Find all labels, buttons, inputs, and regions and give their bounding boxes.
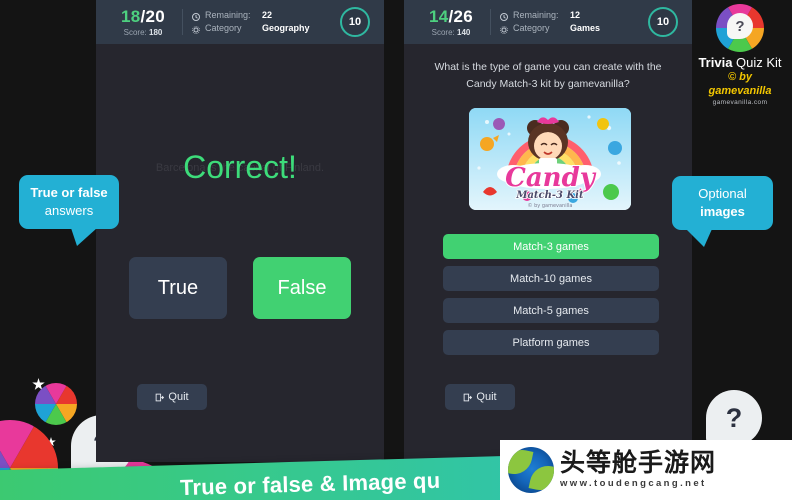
quit-button[interactable]: Quit [445, 384, 515, 410]
score-points-value: 180 [149, 27, 163, 37]
category-label: Category [513, 23, 550, 33]
question-mark-bubble-decoration: ? [706, 390, 762, 446]
score-points-value: 140 [457, 27, 471, 37]
score-points: Score: 180 [106, 28, 180, 37]
timer-countdown: 10 [340, 7, 370, 37]
score-points-label: Score: [431, 27, 455, 37]
callout-line-1: Optional [698, 186, 747, 201]
answer-option[interactable]: Match-10 games [443, 266, 659, 291]
gear-icon [500, 25, 508, 34]
watermark-text: 头等舱手游网 www.toudengcang.net [560, 449, 792, 491]
logo-byline: © by gamevanilla [708, 71, 772, 97]
watermark-site-name: 头等舱手游网 [560, 448, 717, 477]
category-row: Category Games [500, 22, 648, 35]
question-mark-icon: ? [727, 13, 753, 39]
exit-icon [463, 393, 473, 402]
logo-title-bold: Trivia [698, 55, 733, 70]
answer-option[interactable]: Platform games [443, 330, 659, 355]
remaining-row: Remaining: 22 [192, 9, 340, 22]
color-wheel-icon: ? [716, 4, 764, 52]
score-points-label: Score: [123, 27, 147, 37]
exit-icon [155, 393, 165, 402]
site-watermark: 头等舱手游网 www.toudengcang.net [500, 440, 792, 500]
svg-text:© by gamevanilla: © by gamevanilla [528, 202, 573, 209]
header-meta: Remaining: 22 Category Geography [192, 9, 340, 35]
remaining-value: 12 [570, 10, 581, 20]
category-value: Games [570, 23, 601, 33]
quiz-panel-image-question: 14/26 Score: 140 Remaining: 12 Category … [404, 0, 692, 462]
score-current: 14 [428, 6, 449, 26]
panel-body: What is the type of game you can create … [404, 44, 692, 462]
answer-option[interactable]: Match-5 games [443, 298, 659, 323]
clock-icon [500, 12, 508, 21]
category-row: Category Geography [192, 22, 340, 35]
question-line-1: What is the type of game you can create … [434, 61, 662, 73]
answer-button-false[interactable]: False [253, 257, 351, 319]
score-fraction: 14/26 [414, 6, 488, 26]
logo-url: gamevanilla.com [712, 99, 768, 106]
remaining-row: Remaining: 12 [500, 9, 648, 22]
answer-options-list: Match-3 games Match-10 games Match-5 gam… [443, 234, 659, 362]
watermark-logo-icon [508, 447, 554, 493]
quiz-panel-true-false: 18/20 Score: 180 Remaining: 22 Category … [96, 0, 384, 462]
answer-option[interactable]: Match-3 games [443, 234, 659, 259]
question-line-2: Candy Match-3 kit by gamevanilla? [466, 78, 630, 90]
quit-label: Quit [476, 391, 497, 403]
panel-body: Barcelona is the capital of Finland. Cor… [96, 44, 384, 462]
score-current: 18 [120, 6, 141, 26]
watermark-site-url: www.toudengcang.net [560, 478, 707, 489]
panel-header: 14/26 Score: 140 Remaining: 12 Category … [404, 0, 692, 44]
callout-optional-images: Optional images [672, 176, 773, 247]
header-divider [182, 9, 183, 35]
score-block: 14/26 Score: 140 [414, 6, 488, 37]
score-fraction: 18/20 [106, 6, 180, 26]
logo-title-rest: Quiz Kit [732, 55, 782, 70]
header-divider [490, 9, 491, 35]
svg-text:Candy: Candy [505, 163, 597, 193]
quit-label: Quit [168, 391, 189, 403]
score-points: Score: 140 [414, 28, 488, 37]
feedback-correct: Correct! [183, 149, 297, 185]
svg-text:Match-3 Kit: Match-3 Kit [515, 190, 584, 201]
candy-match3-kit-artwork: Candy Match-3 Kit © by gamevanilla [469, 108, 631, 210]
panel-header: 18/20 Score: 180 Remaining: 22 Category … [96, 0, 384, 44]
header-meta: Remaining: 12 Category Games [500, 9, 648, 35]
leaf-shape [508, 447, 534, 478]
color-wheel-decoration [35, 383, 77, 425]
question-image: Candy Match-3 Kit © by gamevanilla [469, 108, 631, 210]
callout-line-1: True or false [30, 185, 108, 200]
category-label: Category [205, 23, 242, 33]
remaining-label: Remaining: [205, 10, 251, 20]
callout-true-false-answers: True or false answers [19, 175, 119, 246]
leaf-shape [528, 462, 554, 493]
answer-button-true[interactable]: True [129, 257, 227, 319]
gear-icon [192, 25, 200, 34]
screenshot-root: ? ? 18/20 Score: 180 Remaining: [0, 0, 792, 500]
timer-countdown: 10 [648, 7, 678, 37]
callout-line-2: images [700, 204, 745, 219]
callout-line-2: answers [44, 203, 94, 218]
score-total: /26 [448, 6, 474, 26]
product-logo: ? Trivia Quiz Kit © by gamevanilla gamev… [696, 4, 784, 107]
promo-banner-text: True or false & Image qu [179, 467, 441, 500]
question-text: What is the type of game you can create … [422, 59, 674, 93]
score-block: 18/20 Score: 180 [106, 6, 180, 37]
remaining-value: 22 [262, 10, 273, 20]
logo-title: Trivia Quiz Kit [696, 55, 784, 70]
true-false-answer-row: True False [96, 257, 384, 319]
category-value: Geography [262, 23, 310, 33]
score-total: /20 [140, 6, 166, 26]
remaining-label: Remaining: [513, 10, 559, 20]
quit-button[interactable]: Quit [137, 384, 207, 410]
clock-icon [192, 12, 200, 21]
